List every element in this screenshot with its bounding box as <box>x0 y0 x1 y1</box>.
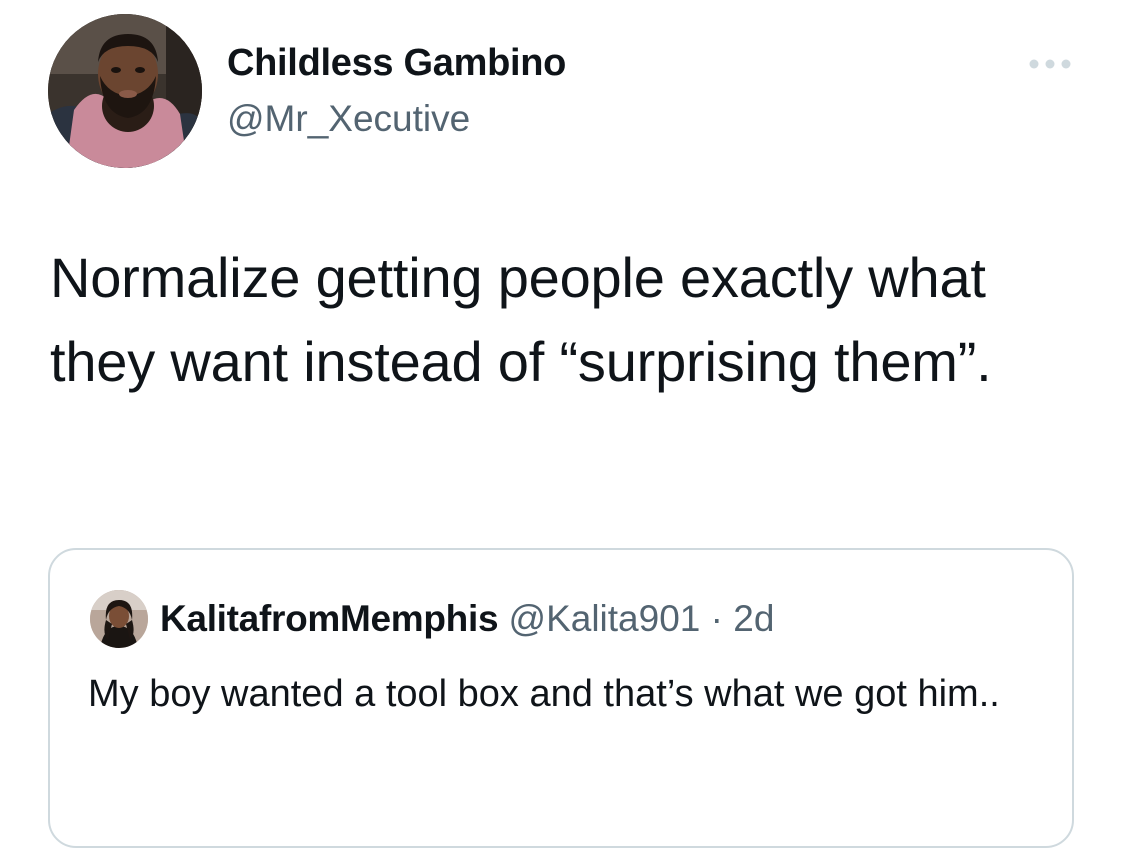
tweet-text: Normalize getting people exactly what th… <box>50 246 992 393</box>
quoted-tweet[interactable]: KalitafromMemphis @Kalita901 · 2d My boy… <box>48 548 1074 848</box>
quote-separator: · <box>710 598 723 639</box>
quote-author-handle[interactable]: @Kalita901 <box>509 598 701 639</box>
quote-author-avatar-image <box>90 590 148 648</box>
quote-text: My boy wanted a tool box and that’s what… <box>88 673 1000 715</box>
author-handle[interactable]: @Mr_Xecutive <box>227 98 470 140</box>
quote-meta: KalitafromMemphis @Kalita901 · 2d <box>160 598 774 640</box>
quote-author-name[interactable]: KalitafromMemphis <box>160 598 499 639</box>
author-name[interactable]: Childless Gambino <box>227 42 566 85</box>
more-horizontal-icon <box>1029 59 1071 69</box>
more-options-button[interactable] <box>1024 50 1076 78</box>
author-avatar[interactable] <box>48 14 202 168</box>
author-avatar-image <box>48 14 202 168</box>
tweet[interactable]: Childless Gambino @Mr_Xecutive Normalize… <box>0 0 1125 848</box>
quote-timestamp[interactable]: 2d <box>733 598 774 639</box>
quote-author-avatar[interactable] <box>90 590 148 648</box>
